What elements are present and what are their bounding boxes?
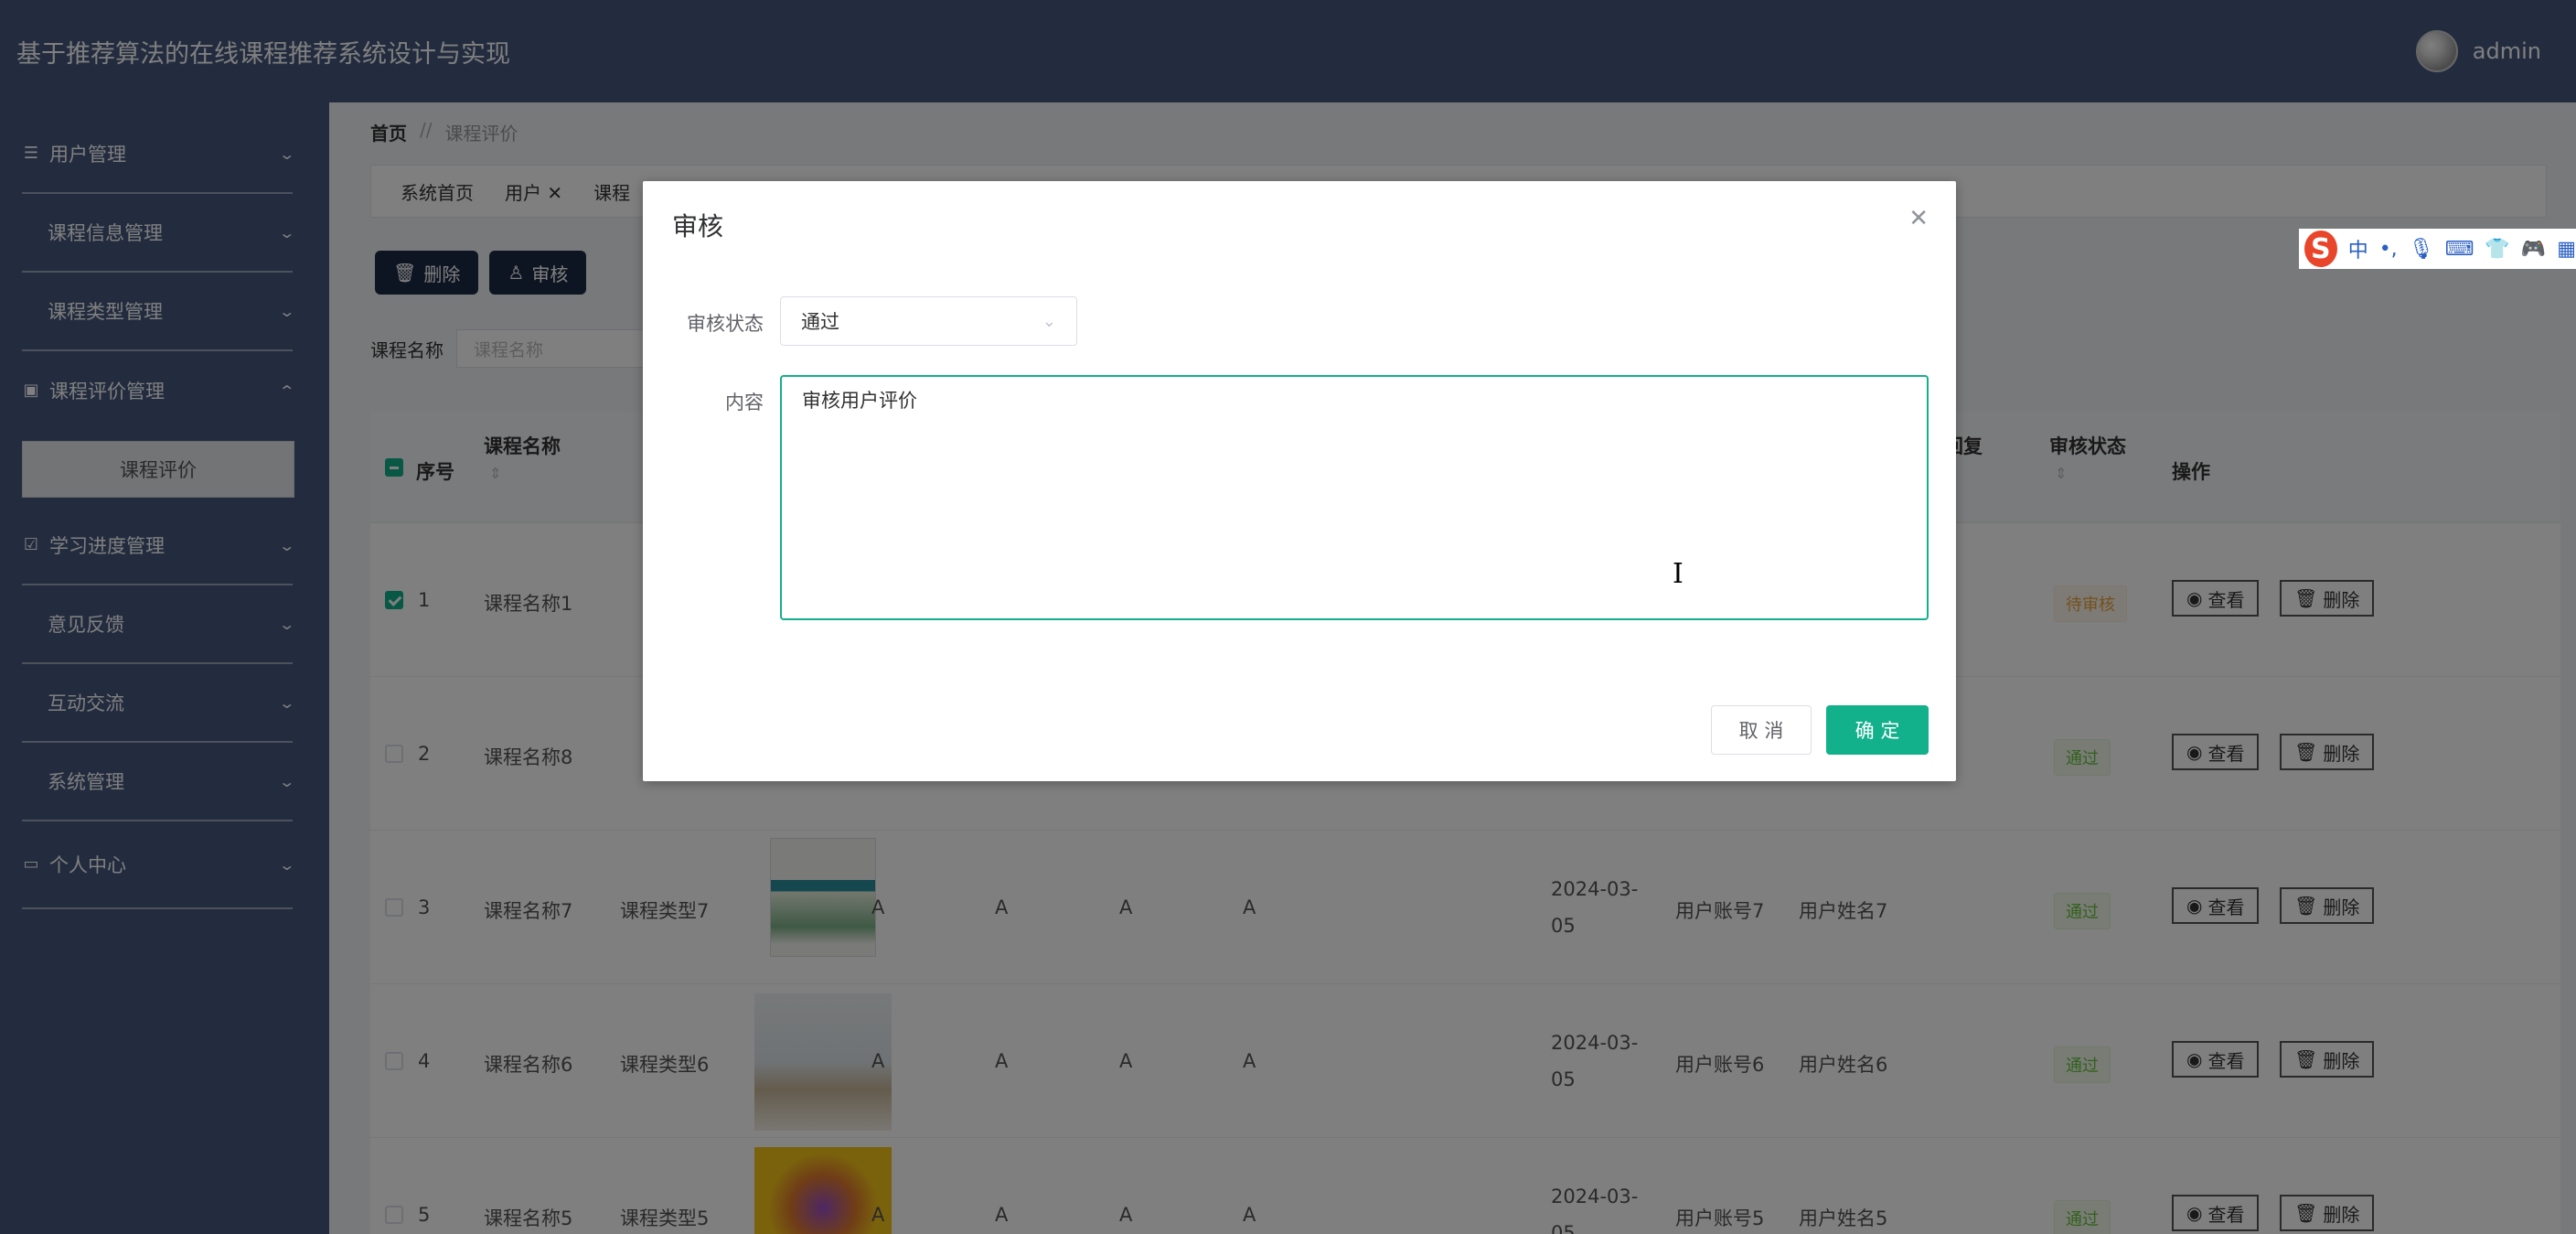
dialog-title: 审核	[672, 211, 724, 241]
confirm-button[interactable]: 确 定	[1826, 705, 1929, 755]
text-cursor-icon: I	[1673, 558, 1683, 590]
gamepad-icon[interactable]: 🎮	[2521, 238, 2546, 261]
status-select-value: 通过	[801, 311, 839, 333]
status-label: 审核状态	[687, 313, 764, 335]
grid-icon[interactable]: ▦	[2557, 238, 2576, 261]
close-icon[interactable]: ✕	[1908, 205, 1929, 232]
cancel-button[interactable]: 取 消	[1711, 705, 1812, 755]
content-label: 内容	[725, 392, 764, 413]
review-dialog: 审核 ✕ 审核状态 通过 ⌄ 内容 审核用户评价 I 取 消 确 定	[643, 181, 1956, 781]
ime-toolbar[interactable]: S 中 •, 🎙 ⌨ 👕 🎮 ▦	[2299, 229, 2576, 269]
chevron-down-icon: ⌄	[1042, 311, 1056, 331]
status-select[interactable]: 通过 ⌄	[780, 296, 1077, 346]
microphone-icon[interactable]: 🎙	[2409, 238, 2434, 261]
shirt-icon[interactable]: 👕	[2485, 238, 2509, 261]
ime-punct[interactable]: •,	[2379, 238, 2398, 261]
ime-lang[interactable]: 中	[2348, 234, 2368, 263]
sogou-logo-icon[interactable]: S	[2304, 231, 2337, 267]
keyboard-icon[interactable]: ⌨	[2445, 238, 2474, 261]
content-textarea[interactable]: 审核用户评价	[780, 375, 1929, 620]
